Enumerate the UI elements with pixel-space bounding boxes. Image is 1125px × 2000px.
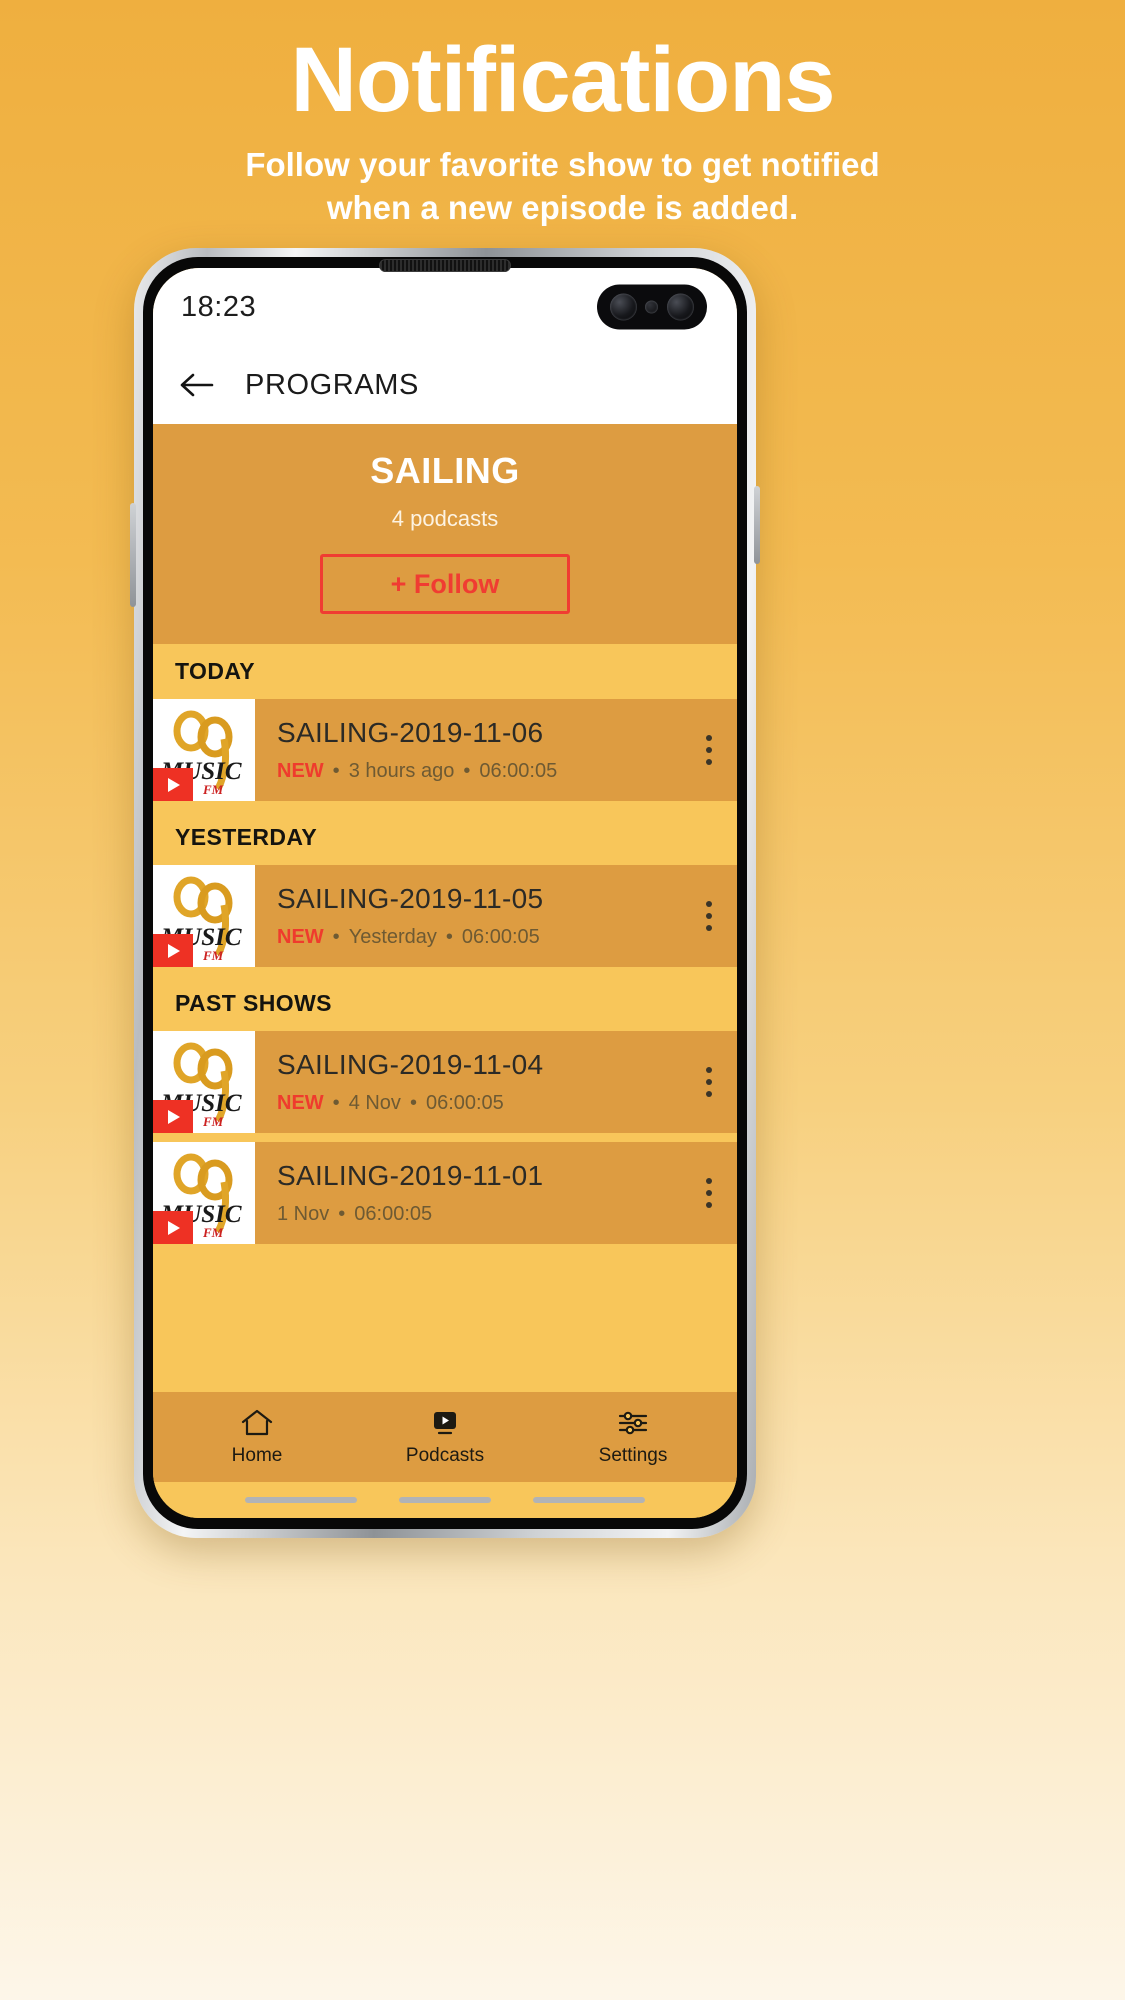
episode-title: SAILING-2019-11-06 — [277, 717, 544, 748]
section-header-today: TODAY — [153, 644, 737, 699]
power-button[interactable] — [754, 486, 760, 564]
podcast-thumbnail: MUSIC FM — [153, 865, 255, 967]
episode-duration: 06:00:05 — [479, 760, 558, 782]
front-camera-lens-icon — [610, 293, 638, 321]
meta-separator: • — [332, 760, 340, 782]
camera-cutout-icon — [597, 284, 707, 330]
back-button[interactable] — [179, 370, 215, 400]
nav-recents-icon[interactable] — [245, 1497, 357, 1503]
meta-separator-2: • — [409, 1092, 417, 1114]
program-title: SAILING — [370, 450, 520, 491]
episode-duration: 06:00:05 — [354, 1203, 433, 1225]
svg-text:FM: FM — [202, 782, 224, 797]
front-sensor-icon — [645, 300, 659, 314]
promo-header: Notifications Follow your favorite show … — [0, 0, 1125, 230]
nav-item-settings-label: Settings — [598, 1444, 668, 1466]
svg-text:FM: FM — [202, 948, 224, 963]
status-bar-clock: 18:23 — [181, 290, 257, 323]
nav-back-icon[interactable] — [533, 1497, 645, 1503]
app-bar-title: PROGRAMS — [245, 368, 419, 401]
episode-duration: 06:00:05 — [461, 926, 540, 948]
follow-button[interactable]: + Follow — [320, 554, 570, 614]
episode-meta: NEW • 4 Nov • 06:00:05 — [277, 1092, 671, 1115]
episode-meta: 1 Nov • 06:00:05 — [277, 1203, 671, 1226]
play-icon[interactable] — [153, 1211, 193, 1244]
episode-title: SAILING-2019-11-04 — [277, 1049, 544, 1080]
arrow-left-icon — [180, 373, 214, 397]
meta-separator-2: • — [463, 760, 471, 782]
episode-time-ago: 1 Nov — [277, 1203, 330, 1225]
episode-title: SAILING-2019-11-01 — [277, 1160, 544, 1191]
list-item[interactable]: MUSIC FM SAILING-2019-11-06 NEW • 3 hour… — [153, 699, 737, 801]
list-item[interactable]: MUSIC FM SAILING-2019-11-04 NEW • 4 Nov — [153, 1031, 737, 1133]
promo-subtitle-line2: when a new episode is added. — [326, 188, 799, 226]
section-header-yesterday: YESTERDAY — [153, 810, 737, 865]
podcast-list[interactable]: TODAY MUSIC FM SAILING-2019-11-06 NEW • … — [153, 644, 737, 1392]
podcast-thumbnail: MUSIC FM — [153, 1031, 255, 1133]
episode-duration: 06:00:05 — [425, 1092, 504, 1114]
meta-separator-2: • — [445, 926, 453, 948]
list-item[interactable]: MUSIC FM SAILING-2019-11-01 1 Nov • 06:0… — [153, 1142, 737, 1244]
phone-mockup: 18:23 PROGRAMS SAILING 4 podcasts + Foll… — [130, 248, 760, 1538]
phone-body: 18:23 PROGRAMS SAILING 4 podcasts + Foll… — [130, 248, 760, 1538]
program-hero: SAILING 4 podcasts + Follow — [153, 424, 737, 644]
sliders-icon — [618, 1411, 648, 1434]
episode-title: SAILING-2019-11-05 — [277, 883, 544, 914]
episode-meta: NEW • 3 hours ago • 06:00:05 — [277, 760, 671, 783]
nav-item-podcasts[interactable]: Podcasts — [370, 1408, 520, 1467]
promo-subtitle: Follow your favorite show to get notifie… — [0, 144, 1125, 230]
list-item-text: SAILING-2019-11-01 1 Nov • 06:00:05 — [255, 1160, 681, 1226]
svg-text:FM: FM — [202, 1225, 224, 1240]
nav-item-home[interactable]: Home — [182, 1408, 332, 1467]
list-item[interactable]: MUSIC FM SAILING-2019-11-05 NEW • Yester… — [153, 865, 737, 967]
episode-time-ago: Yesterday — [348, 926, 437, 948]
list-item-text: SAILING-2019-11-05 NEW • Yesterday • 06:… — [255, 883, 681, 949]
play-icon[interactable] — [153, 934, 193, 967]
meta-separator-2: • — [338, 1203, 346, 1225]
status-bar: 18:23 — [153, 268, 737, 346]
kebab-menu-icon[interactable] — [681, 865, 737, 967]
section-header-past-shows: PAST SHOWS — [153, 976, 737, 1031]
system-navigation-bar — [153, 1482, 737, 1518]
app-bar: PROGRAMS — [153, 346, 737, 424]
kebab-menu-icon[interactable] — [681, 1142, 737, 1244]
home-icon — [241, 1409, 273, 1435]
program-podcast-count: 4 podcasts — [391, 506, 499, 531]
front-camera-lens-secondary-icon — [666, 293, 694, 321]
podcast-thumbnail: MUSIC FM — [153, 699, 255, 801]
phone-screen: 18:23 PROGRAMS SAILING 4 podcasts + Foll… — [153, 268, 737, 1518]
bottom-navigation: Home Podcasts Settings — [153, 1392, 737, 1482]
list-item-text: SAILING-2019-11-04 NEW • 4 Nov • 06:00:0… — [255, 1049, 681, 1115]
kebab-menu-icon[interactable] — [681, 699, 737, 801]
nav-item-home-label: Home — [231, 1444, 283, 1466]
play-icon[interactable] — [153, 768, 193, 801]
phone-bezel: 18:23 PROGRAMS SAILING 4 podcasts + Foll… — [143, 257, 747, 1529]
volume-button[interactable] — [130, 503, 136, 607]
play-icon[interactable] — [153, 1100, 193, 1133]
earpiece-speaker-icon — [379, 259, 511, 272]
page-title: Notifications — [290, 29, 835, 131]
status-badge: NEW — [277, 1092, 324, 1114]
meta-separator: • — [332, 926, 340, 948]
meta-separator: • — [332, 1092, 340, 1114]
podcasts-icon — [434, 1411, 456, 1434]
svg-text:FM: FM — [202, 1114, 224, 1129]
nav-home-icon[interactable] — [399, 1497, 491, 1503]
kebab-menu-icon[interactable] — [681, 1031, 737, 1133]
episode-time-ago: 4 Nov — [348, 1092, 401, 1114]
episode-meta: NEW • Yesterday • 06:00:05 — [277, 926, 671, 949]
promo-subtitle-line1: Follow your favorite show to get notifie… — [245, 145, 880, 183]
podcast-thumbnail: MUSIC FM — [153, 1142, 255, 1244]
nav-item-podcasts-label: Podcasts — [405, 1444, 485, 1466]
episode-time-ago: 3 hours ago — [348, 760, 455, 782]
status-badge: NEW — [277, 926, 324, 948]
status-badge: NEW — [277, 760, 324, 782]
nav-item-settings[interactable]: Settings — [558, 1408, 708, 1467]
list-item-text: SAILING-2019-11-06 NEW • 3 hours ago • 0… — [255, 717, 681, 783]
